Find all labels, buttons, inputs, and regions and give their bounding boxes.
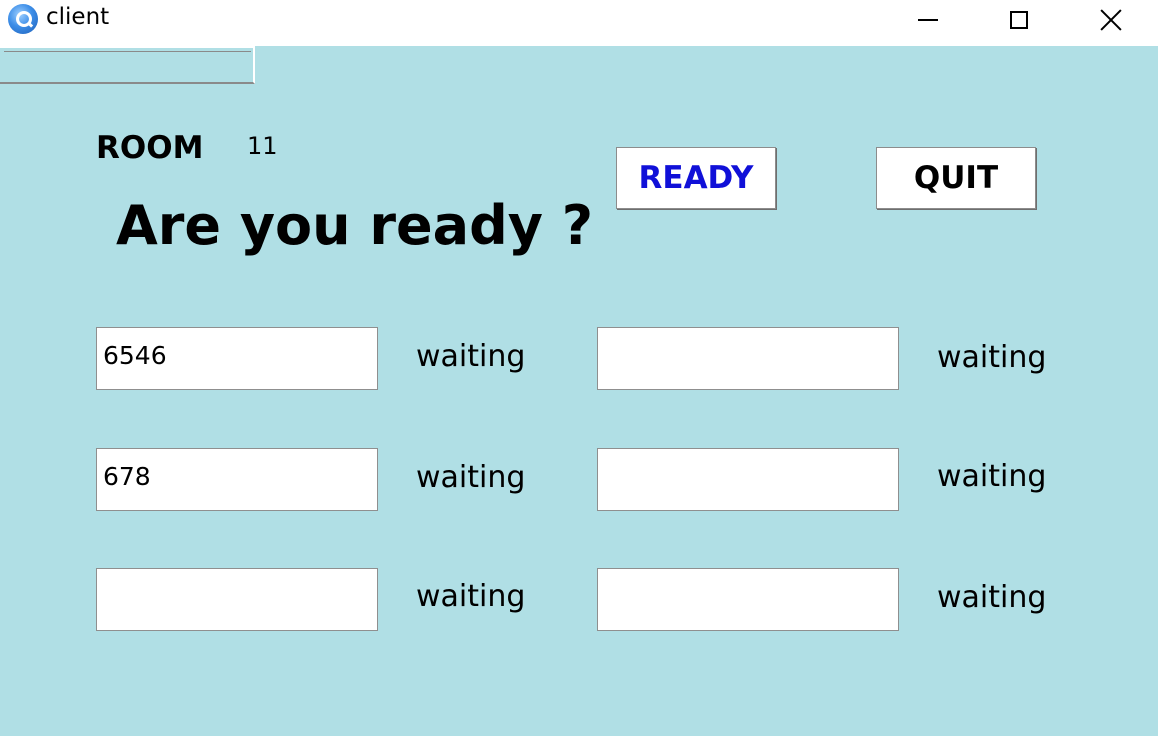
maximize-button[interactable] bbox=[973, 0, 1065, 40]
quit-button[interactable]: QUIT bbox=[876, 147, 1036, 209]
player-status: waiting bbox=[937, 459, 1047, 494]
search-icon bbox=[8, 4, 38, 34]
client-area: ROOM 11 Are you ready ? READY QUIT waiti… bbox=[0, 46, 1158, 736]
ready-headline: Are you ready ? bbox=[116, 194, 594, 257]
top-field[interactable] bbox=[0, 46, 255, 84]
top-field-inner bbox=[4, 51, 251, 81]
window-border bbox=[1158, 46, 1162, 736]
player-name-input[interactable] bbox=[597, 568, 899, 631]
close-button[interactable] bbox=[1065, 0, 1157, 40]
player-name-input[interactable] bbox=[597, 327, 899, 390]
player-name-input[interactable] bbox=[96, 448, 378, 511]
player-name-input[interactable] bbox=[96, 327, 378, 390]
player-name-input[interactable] bbox=[597, 448, 899, 511]
player-status: waiting bbox=[937, 580, 1047, 615]
player-status: waiting bbox=[416, 339, 526, 374]
player-status: waiting bbox=[416, 579, 526, 614]
close-icon bbox=[1100, 9, 1122, 31]
player-status: waiting bbox=[937, 340, 1047, 375]
room-number: 11 bbox=[247, 132, 278, 160]
ready-button[interactable]: READY bbox=[616, 147, 776, 209]
minimize-button[interactable] bbox=[882, 0, 974, 40]
window-title: client bbox=[46, 4, 110, 30]
player-name-input[interactable] bbox=[96, 568, 378, 631]
room-label: ROOM bbox=[96, 130, 204, 166]
window-titlebar: client bbox=[0, 0, 1162, 46]
maximize-icon bbox=[1010, 11, 1028, 29]
minimize-icon bbox=[918, 19, 938, 21]
player-status: waiting bbox=[416, 460, 526, 495]
